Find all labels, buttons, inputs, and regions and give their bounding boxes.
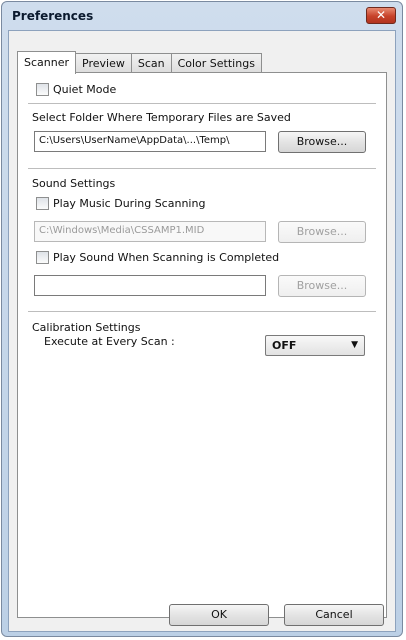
separator: [28, 311, 376, 312]
title-bar[interactable]: Preferences ✕: [2, 2, 402, 30]
tab-color-settings[interactable]: Color Settings: [170, 53, 262, 73]
scanner-tab-panel: Quiet Mode Select Folder Where Temporary…: [17, 72, 387, 618]
sound-browse-button[interactable]: Browse...: [278, 275, 366, 297]
close-button[interactable]: ✕: [366, 7, 396, 24]
calibration-heading: Calibration Settings: [32, 321, 141, 334]
play-music-checkbox[interactable]: [36, 197, 49, 210]
quiet-mode-checkbox[interactable]: [36, 83, 49, 96]
play-sound-label: Play Sound When Scanning is Completed: [53, 251, 280, 264]
execute-every-scan-label: Execute at Every Scan :: [44, 335, 175, 348]
play-music-label: Play Music During Scanning: [53, 197, 206, 210]
chevron-down-icon: ▼: [351, 340, 358, 350]
music-file-input[interactable]: C:\Windows\Media\CSSAMP1.MID: [34, 221, 266, 242]
temp-folder-input[interactable]: C:\Users\UserName\AppData\...\Temp\: [34, 131, 266, 152]
separator: [28, 168, 376, 169]
separator: [28, 103, 376, 104]
play-music-option[interactable]: Play Music During Scanning: [36, 197, 205, 210]
calibration-select-value: OFF: [272, 339, 297, 352]
temp-folder-browse-button[interactable]: Browse...: [278, 131, 366, 153]
window-title: Preferences: [12, 9, 94, 23]
music-browse-button[interactable]: Browse...: [278, 221, 366, 243]
play-sound-checkbox[interactable]: [36, 251, 49, 264]
quiet-mode-option[interactable]: Quiet Mode: [36, 83, 116, 96]
tab-preview[interactable]: Preview: [75, 53, 132, 73]
cancel-button[interactable]: Cancel: [284, 604, 384, 626]
calibration-select[interactable]: OFF ▼: [265, 335, 365, 356]
dialog-body: Scanner Preview Scan Color Settings Quie…: [8, 30, 396, 632]
ok-button[interactable]: OK: [169, 604, 269, 626]
play-sound-option[interactable]: Play Sound When Scanning is Completed: [36, 251, 279, 264]
tab-scan[interactable]: Scan: [130, 53, 172, 73]
sound-settings-heading: Sound Settings: [32, 177, 116, 190]
close-icon: ✕: [375, 8, 387, 22]
tab-scanner[interactable]: Scanner: [17, 51, 77, 74]
sound-file-input[interactable]: [34, 275, 266, 296]
tab-strip: Scanner Preview Scan Color Settings: [17, 51, 262, 74]
quiet-mode-label: Quiet Mode: [53, 83, 117, 96]
preferences-window: Preferences ✕ Scanner Preview Scan Color…: [1, 1, 403, 637]
temp-folder-heading: Select Folder Where Temporary Files are …: [32, 111, 291, 124]
